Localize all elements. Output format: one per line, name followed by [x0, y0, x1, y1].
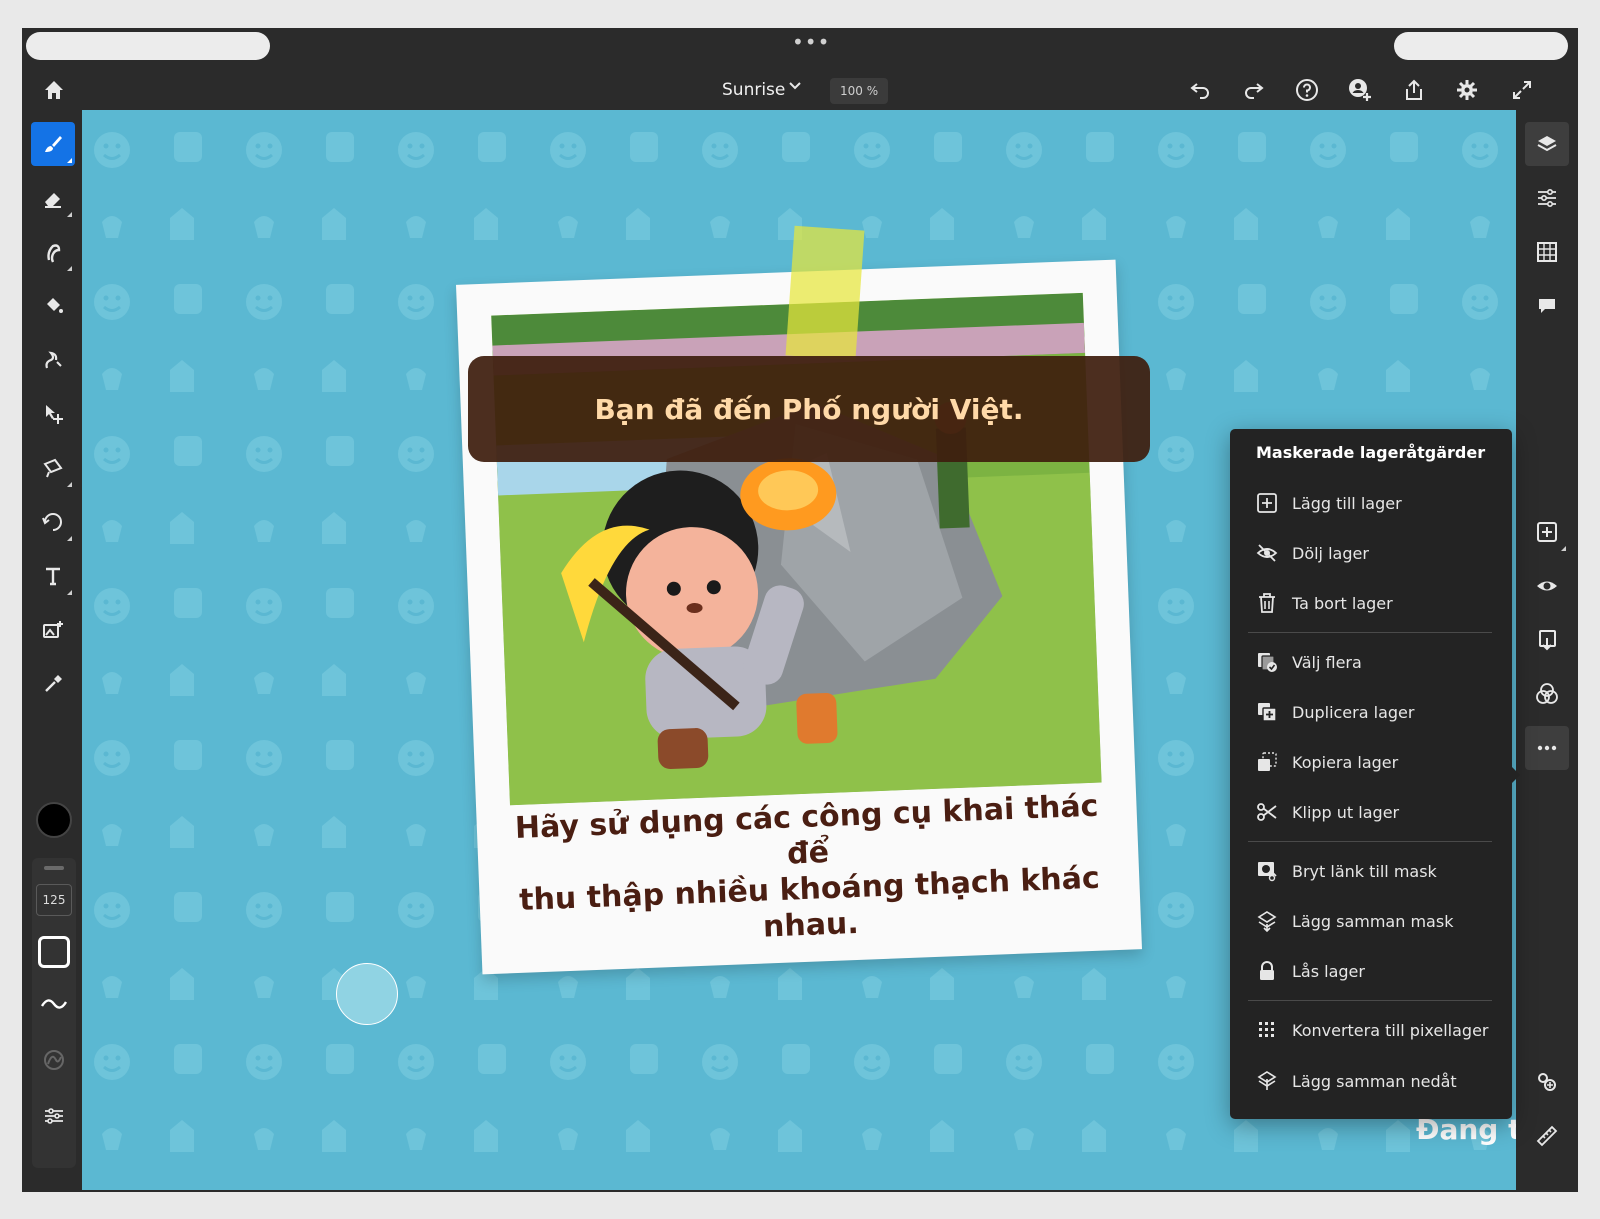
adjustments-icon[interactable] — [1525, 176, 1569, 220]
status-pill-left — [26, 32, 270, 60]
menu-item-label: Lägg samman mask — [1292, 911, 1454, 931]
menu-item-label: Konvertera till pixellager — [1292, 1020, 1489, 1040]
menu-item-label: Klipp ut lager — [1292, 802, 1400, 822]
text-tool-icon[interactable] — [31, 554, 75, 598]
invite-user-icon[interactable] — [1340, 70, 1380, 110]
grid-properties-icon[interactable] — [1525, 230, 1569, 274]
zoom-level[interactable]: 100 % — [830, 78, 889, 104]
copy-layer-icon — [1248, 742, 1286, 782]
floating-brush-button[interactable] — [336, 963, 398, 1025]
tape-strip — [785, 225, 865, 361]
add-layer-toolbar-icon[interactable] — [1525, 510, 1569, 554]
menu-item-cut-layer[interactable]: Klipp ut lager — [1248, 792, 1498, 832]
status-pill-right — [1394, 32, 1568, 60]
menu-item-add-layer[interactable]: Lägg till lager — [1248, 483, 1498, 523]
menu-divider — [1248, 632, 1492, 633]
photo-caption: Hãy sử dụng các công cụ khai thác để thu… — [496, 788, 1121, 956]
menu-item-label: Ta bort lager — [1292, 593, 1393, 613]
location-banner: Bạn đã đến Phố người Việt. — [468, 356, 1150, 462]
menu-item-label: Lägg samman nedåt — [1292, 1071, 1457, 1091]
menu-item-convert-pixel-layer[interactable]: Konvertera till pixellager — [1248, 1010, 1498, 1050]
menu-item-select-multiple[interactable]: Välj flera — [1248, 642, 1498, 682]
visibility-eye-icon[interactable] — [1525, 564, 1569, 608]
eyedropper-icon[interactable] — [31, 662, 75, 706]
document-title[interactable]: Sunrise — [722, 72, 785, 108]
menu-item-label: Välj flera — [1292, 652, 1362, 672]
merge-mask-icon — [1248, 901, 1286, 941]
menu-item-label: Duplicera lager — [1292, 702, 1415, 722]
menu-divider — [1248, 841, 1492, 842]
clone-layer-icon[interactable] — [1525, 1060, 1569, 1104]
menu-divider — [1248, 1000, 1492, 1001]
menu-item-label: Bryt länk till mask — [1292, 861, 1437, 881]
fullscreen-icon[interactable] — [1502, 70, 1542, 110]
menu-title: Maskerade lageråtgärder — [1256, 443, 1486, 462]
cut-icon — [1248, 792, 1286, 832]
right-toolbar — [1516, 110, 1578, 1192]
masked-layer-actions-menu: Maskerade lageråtgärder Lägg till lager … — [1230, 429, 1512, 1119]
transform-icon[interactable] — [31, 500, 75, 544]
healing-icon[interactable] — [31, 338, 75, 382]
left-toolbar: 125 — [22, 110, 82, 1192]
brush-settings-panel: 125 — [32, 858, 76, 1168]
menu-item-duplicate-layer[interactable]: Duplicera lager — [1248, 692, 1498, 732]
hide-layer-icon — [1248, 533, 1286, 573]
gear-icon[interactable] — [1447, 70, 1487, 110]
pixel-layer-icon — [1248, 1010, 1286, 1050]
menu-item-label: Kopiera lager — [1292, 752, 1399, 772]
layers-icon[interactable] — [1525, 122, 1569, 166]
eraser-icon[interactable] — [31, 176, 75, 220]
multitask-dots[interactable]: ••• — [792, 30, 830, 54]
chevron-down-icon[interactable] — [788, 72, 802, 108]
paint-bucket-icon[interactable] — [31, 284, 75, 328]
lock-icon — [1248, 951, 1286, 991]
select-multiple-icon — [1248, 642, 1286, 682]
help-icon[interactable] — [1287, 70, 1327, 110]
size-slider-grip[interactable] — [44, 866, 64, 870]
merge-down-icon — [1248, 1061, 1286, 1101]
menu-item-copy-layer[interactable]: Kopiera lager — [1248, 742, 1498, 782]
more-options-icon[interactable] — [1525, 726, 1569, 770]
duplicate-layer-icon — [1248, 692, 1286, 732]
undo-icon[interactable] — [1180, 70, 1220, 110]
menu-item-lock-layer[interactable]: Lås lager — [1248, 951, 1498, 991]
app-window: ••• Sunrise 100 % Hãy sử dụng các công c… — [22, 28, 1578, 1192]
banner-text: Bạn đã đến Phố người Việt. — [594, 392, 1024, 426]
smudge-icon[interactable] — [31, 230, 75, 274]
trash-icon — [1248, 583, 1286, 623]
menu-item-label: Lås lager — [1292, 961, 1365, 981]
menu-item-label: Lägg till lager — [1292, 493, 1402, 513]
menu-item-merge-down[interactable]: Lägg samman nedåt — [1248, 1061, 1498, 1101]
lasso-icon[interactable] — [31, 446, 75, 490]
move-icon[interactable] — [31, 392, 75, 436]
share-icon[interactable] — [1394, 70, 1434, 110]
add-layer-icon — [1248, 483, 1286, 523]
unlink-mask-icon — [1248, 851, 1286, 891]
pressure-icon[interactable] — [36, 1042, 72, 1078]
menu-item-delete-layer[interactable]: Ta bort lager — [1248, 583, 1498, 623]
brush-size-value[interactable]: 125 — [36, 884, 72, 916]
color-swatch[interactable] — [36, 802, 72, 838]
redo-icon[interactable] — [1234, 70, 1274, 110]
menu-item-merge-mask[interactable]: Lägg samman mask — [1248, 901, 1498, 941]
comment-icon[interactable] — [1525, 284, 1569, 328]
menu-item-unlink-mask[interactable]: Bryt länk till mask — [1248, 851, 1498, 891]
brush-shape-icon[interactable] — [38, 936, 70, 968]
menu-item-label: Dölj lager — [1292, 543, 1369, 563]
blend-mode-icon[interactable] — [1525, 672, 1569, 716]
ruler-icon[interactable] — [1525, 1114, 1569, 1158]
mask-layer-icon[interactable] — [1525, 618, 1569, 662]
menu-pointer — [1511, 766, 1520, 784]
brush-tool-icon[interactable] — [31, 122, 75, 166]
home-icon[interactable] — [34, 70, 74, 110]
brush-stroke-icon[interactable] — [36, 986, 72, 1022]
brush-options-icon[interactable] — [36, 1098, 72, 1134]
place-image-icon[interactable] — [31, 608, 75, 652]
menu-item-hide-layer[interactable]: Dölj lager — [1248, 533, 1498, 573]
